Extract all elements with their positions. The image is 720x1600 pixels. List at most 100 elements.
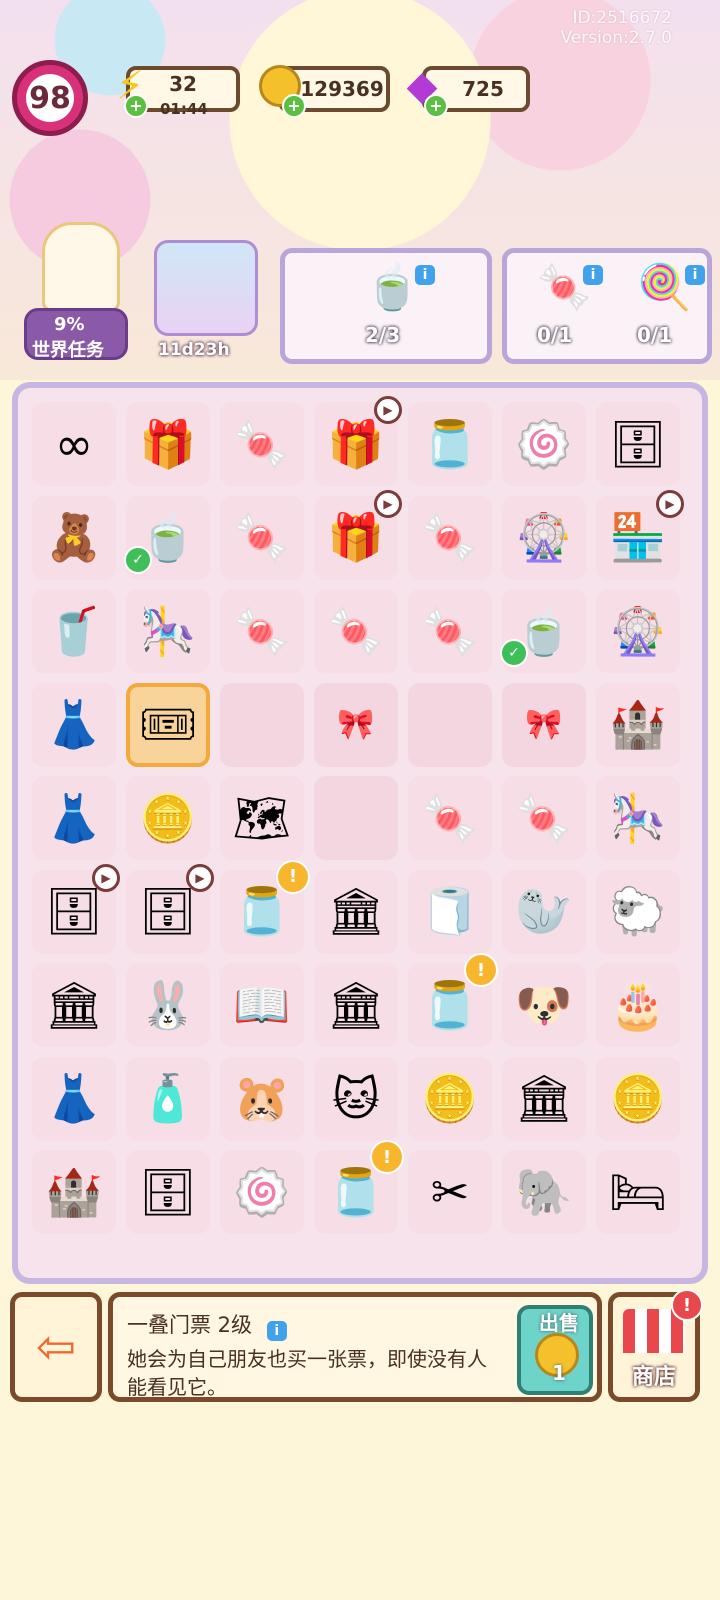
shop-button[interactable]: 商店 ! [608,1289,703,1402]
board-cell[interactable]: ∞ [32,402,116,486]
ferris-wheel-icon: 🎡 [609,603,667,658]
cabinet-icon: 🗄 [608,416,668,471]
board-cell[interactable]: 🎡 [502,495,586,580]
board-cell[interactable]: 🎁 ▶ [314,396,402,486]
board-cell[interactable]: 🎟 [126,682,210,767]
board-cell[interactable]: 🪙 [126,776,210,860]
blue-jar-icon: 🫙 [327,1164,385,1219]
board-cell[interactable]: ✂ [408,1150,492,1234]
board-cell[interactable]: 🎁 [126,402,210,486]
board-cell[interactable]: 🪙 [408,1056,492,1141]
board-cell[interactable]: 🍬 [220,402,304,486]
board-cell[interactable]: 🧻 [408,869,492,954]
timer-icon: ▶ [374,396,402,424]
board-cell[interactable]: 🗺 [220,776,304,860]
lint-roller-icon: 🧻 [421,884,479,938]
check-icon: ✓ [500,639,528,667]
board-cell[interactable]: 🧸 [32,495,116,580]
level-number: 98 [26,74,74,122]
board-cell[interactable]: 🎂 [596,963,680,1047]
gem-value: 725 [462,77,504,101]
add-gems-button[interactable]: + [424,94,448,118]
board-cell[interactable]: 🎀 [502,682,586,767]
info-icon[interactable]: i [266,1321,287,1341]
board-cell[interactable]: 🛏 [596,1150,680,1234]
board-cell[interactable]: 🎡 [596,589,680,673]
purple-skirt-icon: 👗 [45,790,103,845]
board-cell[interactable]: 🦭 [502,869,586,954]
seal-plush-icon: 🦭 [515,884,573,938]
board-cell[interactable]: 🫙! [314,1140,404,1234]
candy-bag-icon: 🍬 [421,603,479,658]
exit-button[interactable]: ⇦ [10,1292,102,1402]
board-cell[interactable]: 🍥 [502,402,586,486]
board-cell[interactable]: 🏛 [314,869,398,954]
board-cell[interactable]: 🍵 ✓ [124,495,210,580]
board-cell[interactable] [408,682,492,767]
pink-castle-icon: 🏰 [609,697,667,751]
board-cell[interactable]: 🐹 [220,1056,304,1141]
board-cell[interactable]: 👗 [32,682,116,767]
info-icon[interactable]: i [415,265,435,285]
board-cell[interactable]: 🍬 [220,589,304,673]
add-energy-button[interactable]: + [124,94,148,118]
board-cell[interactable]: 🏛 [32,963,116,1047]
board-cell[interactable]: 📖 [220,963,304,1047]
build-info: ID:2516672 Version:2.7.0 [561,8,673,48]
board-cell[interactable]: 🍬 [502,776,586,860]
board-cell[interactable]: 🐱 [314,1056,398,1141]
info-icon[interactable]: i [583,265,603,285]
board-cell[interactable]: 🍬 [408,589,492,673]
gift-box-icon: 🎁 [327,416,385,471]
board-cell[interactable]: 🐑 [596,869,680,954]
board-cell[interactable]: 🎠 [596,776,680,860]
carousel-icon: 🎠 [139,603,197,658]
wardrobe-icon: 🗄 [138,884,198,938]
board-cell[interactable]: 🐘 [502,1150,586,1234]
order-card-2[interactable]: 🍬 0/1 i 🍭 0/1 i [502,248,712,364]
sell-button[interactable]: 出售 1 [517,1305,593,1395]
board-cell[interactable]: 🪙 [596,1056,680,1141]
board-cell[interactable]: 🫙 [408,402,492,486]
board-cell[interactable]: 🏰 [32,1150,116,1234]
board-cell[interactable]: 🗄 [126,1150,210,1234]
board-cell[interactable]: 🎠 [126,589,210,673]
board-cell[interactable]: 🍵 ✓ [500,589,586,673]
board-cell[interactable]: 🍬 [220,495,304,580]
version-text: Version:2.7.0 [560,28,673,48]
board-cell[interactable]: 👗 [32,776,116,860]
order-card-1[interactable]: 🍵 2/3 i [280,248,492,364]
event-button[interactable]: 11d23h [148,240,266,364]
book-icon: 📖 [233,977,291,1032]
board-cell[interactable]: 🏛 [502,1056,586,1141]
board-cell[interactable]: 🗄 ▶ [32,863,120,954]
board-cell[interactable]: 🏪 ▶ [596,489,684,580]
board-cell[interactable]: 🎀 [314,682,398,767]
board-cell[interactable]: 🐰 [126,963,210,1047]
info-icon[interactable]: i [685,265,705,285]
board-cell[interactable]: 🏛 [314,963,398,1047]
board-cell[interactable]: 🐶 [502,963,586,1047]
board-cell[interactable]: 🍬 [314,589,398,673]
board-cell[interactable]: 🏰 [596,682,680,767]
item-info-bar: ⇦ 一叠门票 2级 i 她会为自己朋友也买一张票，即使没有人能看见它。 出售 1… [10,1289,710,1402]
board-cell[interactable]: 👗 [32,1056,116,1141]
board-cell[interactable]: 🧴 [126,1056,210,1141]
board-cell[interactable] [220,682,304,767]
locked-bow-cell: 🎀 [337,707,375,742]
blue-jar-icon: 🫙 [421,977,479,1032]
board-cell[interactable]: 🥤 [32,589,116,673]
board-cell[interactable]: 🫙! [408,953,498,1047]
board-cell[interactable]: 🍬 [408,776,492,860]
board-cell[interactable]: 🗄 [596,402,680,486]
world-task-button[interactable]: 9% 世界任务 [24,222,128,362]
board-cell[interactable]: 🎁 ▶ [314,489,402,580]
board-cell[interactable]: 🫙! [220,859,310,954]
level-badge[interactable]: 98 [12,60,88,136]
add-coins-button[interactable]: + [282,94,306,118]
teddy-bear-icon: 🧸 [45,510,103,564]
board-cell[interactable] [314,776,398,860]
board-cell[interactable]: 🍬 [408,495,492,580]
board-cell[interactable]: 🗄 ▶ [126,863,214,954]
board-cell[interactable]: 🍥 [220,1150,304,1234]
